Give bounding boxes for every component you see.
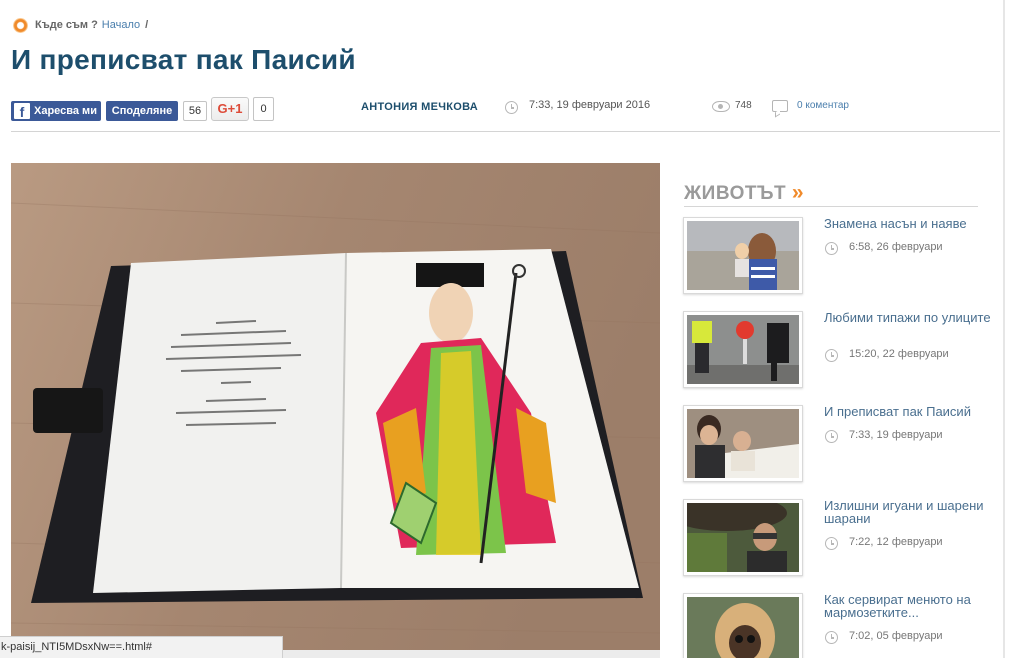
- views-count: 748: [735, 100, 752, 111]
- sidebar-article-title[interactable]: Как сервират менюто на мармозетките...: [824, 593, 994, 619]
- thumbnail-man-cave: [687, 503, 799, 572]
- article-author[interactable]: АНТОНИЯ МЕЧКОВА: [361, 101, 478, 113]
- section-title-zhivotat[interactable]: ЖИВОТЪТ »: [684, 181, 804, 205]
- clock-icon: [825, 631, 838, 644]
- comment-icon: [772, 100, 788, 112]
- browser-status-bar: k-paisij_NTI5MDsxNw==.html#: [0, 636, 283, 658]
- sidebar-article-card[interactable]: Как сервират менюто на мармозетките... 7…: [683, 593, 983, 658]
- thumbnail-people-table: [687, 409, 799, 478]
- clock-icon: [825, 537, 838, 550]
- thumbnail-street-traffic: [687, 315, 799, 384]
- article-thumbnail[interactable]: [683, 405, 803, 482]
- article-date: 7:33, 19 февруари 2016: [529, 99, 651, 111]
- section-divider: [684, 206, 978, 207]
- header-divider: [11, 131, 1000, 132]
- breadcrumb-label: Къде съм ?: [35, 19, 98, 31]
- article-thumbnail[interactable]: [683, 499, 803, 576]
- breadcrumb-separator: /: [145, 19, 149, 31]
- photo-book-drawing: [11, 163, 660, 658]
- sidebar-article-title[interactable]: Знамена насън и наяве: [824, 217, 994, 230]
- sidebar-article-card[interactable]: Знамена насън и наяве 6:58, 26 февруари: [683, 217, 983, 297]
- facebook-icon: f: [14, 103, 30, 119]
- article-thumbnail[interactable]: [683, 217, 803, 294]
- location-icon: [13, 17, 28, 33]
- facebook-share-button[interactable]: Споделяне: [106, 101, 178, 121]
- article-thumbnail[interactable]: [683, 593, 803, 658]
- facebook-like-label: Харесва ми: [34, 105, 97, 117]
- sidebar-article-card[interactable]: И преписват пак Паисий 7:33, 19 февруари: [683, 405, 983, 485]
- thumbnail-monkey: [687, 597, 799, 658]
- clock-icon: [505, 101, 518, 114]
- breadcrumb-home-link[interactable]: Начало: [102, 19, 140, 31]
- breadcrumb: Къде съм ? Начало /: [13, 17, 148, 33]
- photo-caption-strip: [283, 650, 660, 658]
- article-photo[interactable]: [11, 163, 660, 658]
- section-title-label: ЖИВОТЪТ: [684, 183, 787, 204]
- sidebar-article-date: 7:22, 12 февруари: [849, 536, 943, 548]
- clock-icon: [825, 430, 838, 443]
- double-chevron-icon: »: [791, 181, 805, 204]
- clock-icon: [825, 349, 838, 362]
- article-thumbnail[interactable]: [683, 311, 803, 388]
- thumbnail-woman-child: [687, 221, 799, 290]
- sidebar-article-date: 6:58, 26 февруари: [849, 241, 943, 253]
- facebook-like-button[interactable]: f Харесва ми: [11, 101, 101, 121]
- facebook-share-count: 56: [183, 101, 207, 121]
- sidebar-article-date: 15:20, 22 февруари: [849, 348, 949, 360]
- google-plus-button[interactable]: G+1: [211, 97, 249, 121]
- page-title: И преписват пак Паисий: [11, 44, 356, 75]
- sidebar-article-card[interactable]: Излишни игуани и шарени шарани 7:22, 12 …: [683, 499, 984, 579]
- clock-icon: [825, 242, 838, 255]
- comments-link[interactable]: 0 коментар: [797, 100, 849, 111]
- sidebar-article-title[interactable]: Излишни игуани и шарени шарани: [824, 499, 994, 525]
- sidebar-article-title[interactable]: И преписват пак Паисий: [824, 405, 994, 418]
- sidebar-article-card[interactable]: Любими типажи по улиците 15:20, 22 февру…: [683, 311, 991, 391]
- google-plus-count: 0: [253, 97, 274, 121]
- sidebar-article-date: 7:02, 05 февруари: [849, 630, 943, 642]
- page-right-border: [1003, 0, 1005, 658]
- sidebar-article-date: 7:33, 19 февруари: [849, 429, 943, 441]
- views-eye-icon: [712, 101, 730, 112]
- sidebar-article-title[interactable]: Любими типажи по улиците: [824, 311, 994, 324]
